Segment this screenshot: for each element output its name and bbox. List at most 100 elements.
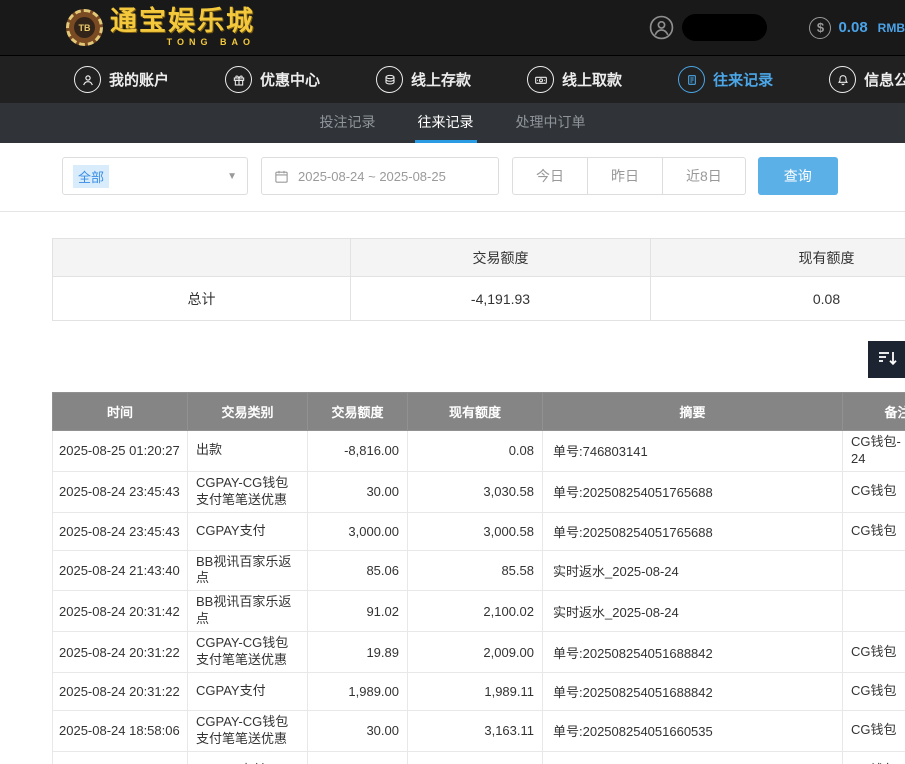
cell-amount: 1,989.00	[308, 672, 408, 710]
cell-time: 2025-08-24 23:45:43	[53, 512, 188, 550]
chip-icon-label: TB	[74, 17, 95, 38]
nav-item-my-account[interactable]: 我的账户	[74, 66, 169, 93]
cell-balance: 3,133.11	[408, 751, 543, 764]
records-icon	[678, 66, 705, 93]
wallet-balance: $ 0.08 RMB	[809, 17, 905, 39]
sort-row	[0, 341, 905, 378]
cell-time: 2025-08-24 23:45:43	[53, 471, 188, 512]
date-range-picker[interactable]: 2025-08-24 ~ 2025-08-25	[261, 157, 499, 195]
cell-note: CG钱包	[843, 632, 905, 673]
nav-item-records[interactable]: 往来记录	[678, 66, 773, 93]
tab-processing-orders[interactable]: 处理中订单	[513, 103, 589, 143]
table-row: 2025-08-24 20:31:42 BB视讯百家乐返点 91.02 2,10…	[53, 591, 905, 632]
cell-amount: 3,000.00	[308, 512, 408, 550]
sort-descending-icon	[876, 347, 898, 372]
cell-balance: 3,163.11	[408, 710, 543, 751]
table-row: 2025-08-24 18:58:06 CGPAY支付 3,000.00 3,1…	[53, 751, 905, 764]
withdraw-icon	[527, 66, 554, 93]
category-dropdown[interactable]: 全部 ▼	[62, 157, 248, 195]
table-row: 2025-08-24 23:45:43 CGPAY支付 3,000.00 3,0…	[53, 512, 905, 550]
nav-label: 信息公告	[864, 69, 905, 90]
nav-label: 我的账户	[109, 69, 169, 90]
dollar-icon: $	[809, 17, 831, 39]
cell-type: 出款	[188, 431, 308, 472]
cell-summary: 单号:202508254051688842	[543, 672, 843, 710]
user-avatar-icon[interactable]	[649, 15, 674, 40]
yesterday-button[interactable]: 昨日	[588, 157, 663, 195]
summary-current-balance: 0.08	[651, 277, 905, 321]
cell-note: CG钱包	[843, 512, 905, 550]
gift-icon	[225, 66, 252, 93]
cell-type: CGPAY-CG钱包支付笔笔送优惠	[188, 471, 308, 512]
nav-label: 线上存款	[411, 69, 471, 90]
main-nav: 我的账户 优惠中心 线上存款	[0, 55, 905, 103]
cell-note	[843, 550, 905, 591]
sort-button[interactable]	[868, 341, 905, 378]
cell-note: CG钱包	[843, 751, 905, 764]
topbar-right: $ 0.08 RMB	[649, 14, 905, 41]
cell-amount: 85.06	[308, 550, 408, 591]
cell-type: BB视讯百家乐返点	[188, 550, 308, 591]
nav-label: 优惠中心	[260, 69, 320, 90]
balance-currency: RMB	[878, 21, 905, 35]
cell-time: 2025-08-24 18:58:06	[53, 751, 188, 764]
col-header-balance: 现有额度	[408, 393, 543, 431]
logo-text: 通宝娱乐城 TONG BAO	[110, 8, 255, 47]
cell-note	[843, 591, 905, 632]
nav-item-promotions[interactable]: 优惠中心	[225, 66, 320, 93]
cell-type: CGPAY-CG钱包支付笔笔送优惠	[188, 632, 308, 673]
summary-total-row: 总计 -4,191.93 0.08	[53, 277, 905, 321]
tab-transaction-records[interactable]: 往来记录	[415, 103, 477, 143]
cell-balance: 0.08	[408, 431, 543, 472]
table-row: 2025-08-24 23:45:43 CGPAY-CG钱包支付笔笔送优惠 30…	[53, 471, 905, 512]
table-row: 2025-08-24 18:58:06 CGPAY-CG钱包支付笔笔送优惠 30…	[53, 710, 905, 751]
site-logo[interactable]: TB 通宝娱乐城 TONG BAO	[66, 8, 255, 47]
cell-summary: 单号:202508254051660535	[543, 751, 843, 764]
cell-type: CGPAY支付	[188, 751, 308, 764]
summary-total-label: 总计	[53, 277, 351, 321]
summary-header-blank	[53, 239, 351, 277]
col-header-type: 交易类别	[188, 393, 308, 431]
category-selected-value: 全部	[73, 165, 109, 188]
chevron-down-icon: ▼	[227, 171, 237, 182]
cell-summary: 单号:202508254051765688	[543, 471, 843, 512]
table-row: 2025-08-24 21:43:40 BB视讯百家乐返点 85.06 85.5…	[53, 550, 905, 591]
nav-item-deposit[interactable]: 线上存款	[376, 66, 471, 93]
cell-balance: 2,100.02	[408, 591, 543, 632]
search-button[interactable]: 查询	[758, 157, 838, 195]
sub-tabs: 投注记录 往来记录 处理中订单	[0, 103, 905, 143]
logo-title: 通宝娱乐城	[110, 8, 255, 35]
cell-summary: 单号:202508254051688842	[543, 632, 843, 673]
cell-amount: 3,000.00	[308, 751, 408, 764]
redacted-username	[682, 14, 767, 41]
table-row: 2025-08-24 20:31:22 CGPAY-CG钱包支付笔笔送优惠 19…	[53, 632, 905, 673]
cell-balance: 3,030.58	[408, 471, 543, 512]
nav-item-withdraw[interactable]: 线上取款	[527, 66, 622, 93]
cell-note: CG钱包	[843, 672, 905, 710]
nav-item-announcements[interactable]: 信息公告	[829, 66, 905, 93]
cell-amount: 30.00	[308, 710, 408, 751]
logo-subtitle: TONG BAO	[167, 38, 255, 47]
cell-time: 2025-08-25 01:20:27	[53, 431, 188, 472]
col-header-note: 备注	[843, 393, 905, 431]
today-button[interactable]: 今日	[512, 157, 588, 195]
quick-date-buttons: 今日 昨日 近8日	[512, 157, 746, 195]
last-8-days-button[interactable]: 近8日	[663, 157, 746, 195]
cell-balance: 3,000.58	[408, 512, 543, 550]
cell-balance: 2,009.00	[408, 632, 543, 673]
cell-summary: 实时返水_2025-08-24	[543, 591, 843, 632]
deposit-icon	[376, 66, 403, 93]
cell-time: 2025-08-24 18:58:06	[53, 710, 188, 751]
cell-summary: 单号:202508254051660535	[543, 710, 843, 751]
cell-balance: 85.58	[408, 550, 543, 591]
filter-row: 全部 ▼ 2025-08-24 ~ 2025-08-25 今日 昨日 近8日 查…	[62, 157, 905, 195]
cell-type: CGPAY支付	[188, 672, 308, 710]
page: TB 通宝娱乐城 TONG BAO $ 0.08 RMB	[0, 0, 905, 764]
tab-betting-records[interactable]: 投注记录	[317, 103, 379, 143]
cell-note: CG钱包	[843, 710, 905, 751]
table-header-row: 时间 交易类别 交易额度 现有额度 摘要 备注	[53, 393, 905, 431]
cell-time: 2025-08-24 20:31:42	[53, 591, 188, 632]
cell-summary: 实时返水_2025-08-24	[543, 550, 843, 591]
summary-header-amount: 交易额度	[351, 239, 651, 277]
cell-time: 2025-08-24 20:31:22	[53, 672, 188, 710]
